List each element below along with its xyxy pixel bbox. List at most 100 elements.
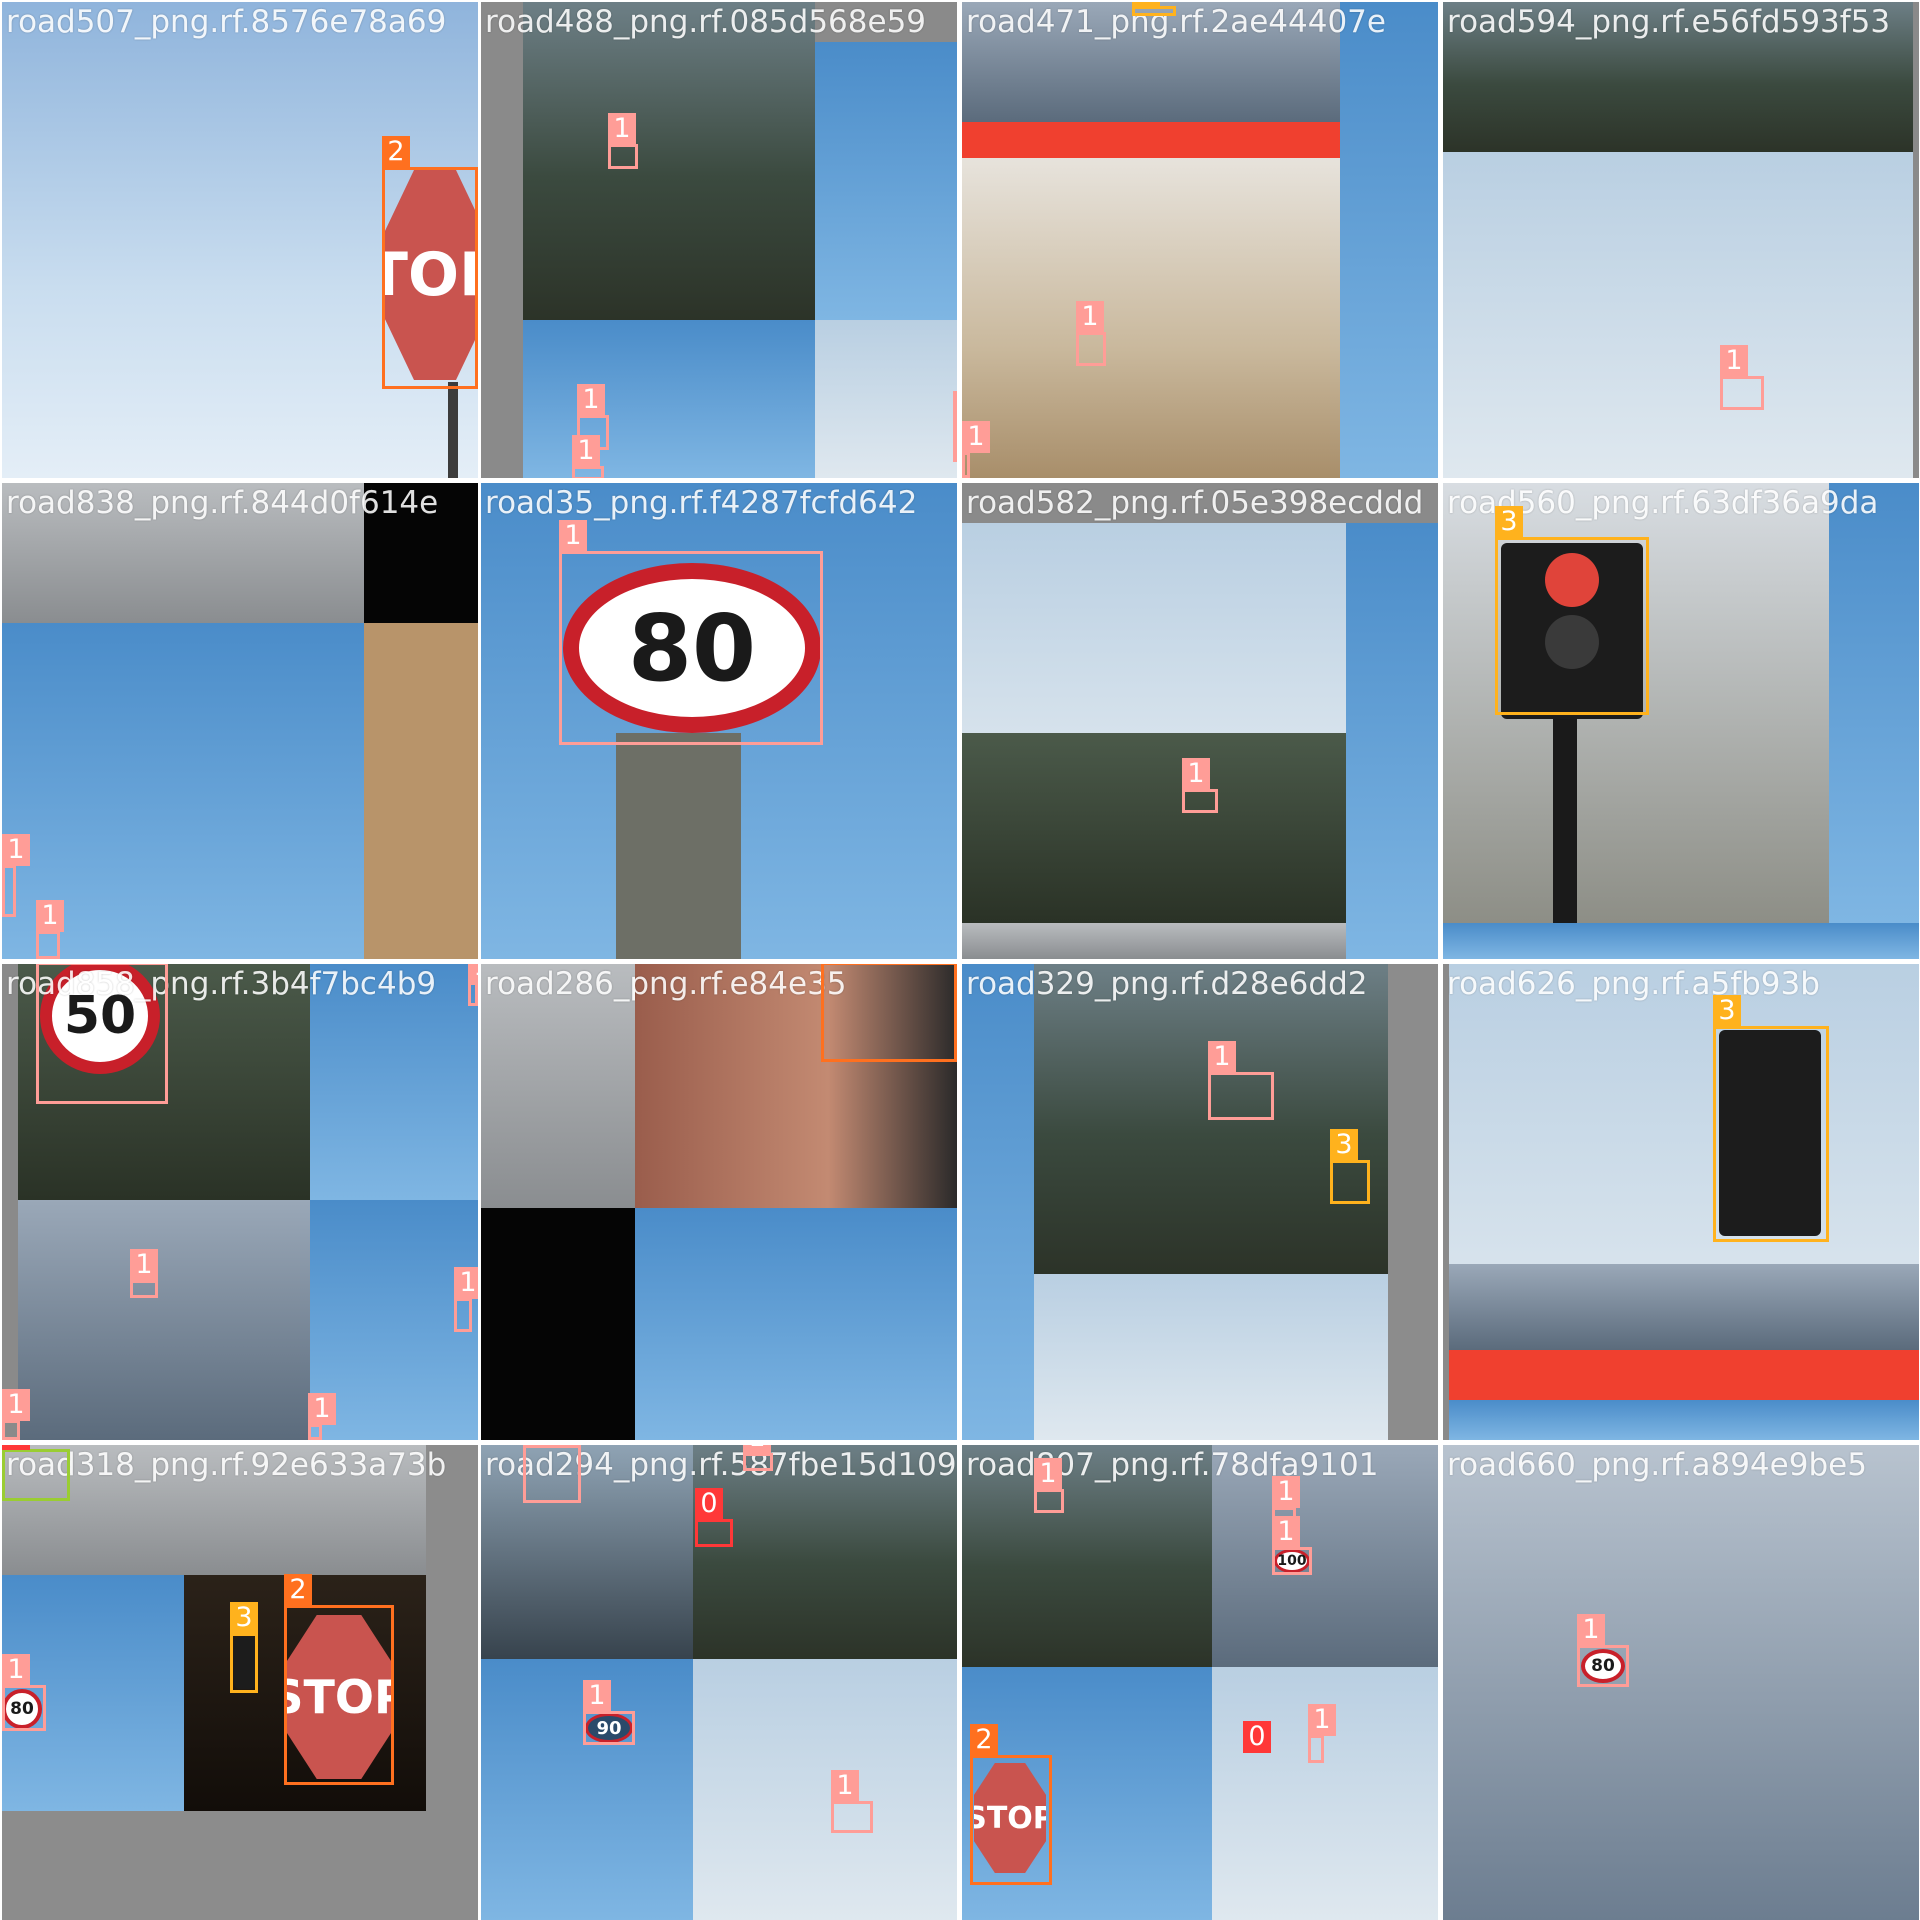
padding — [426, 1445, 478, 1811]
detection-box: 2 — [970, 1724, 1052, 1885]
class-label: 1 — [559, 520, 587, 552]
class-label: 2 — [970, 1724, 998, 1756]
tile-title: road838_png.rf.844d0f614e — [6, 485, 439, 521]
tile-title: road488_png.rf.085d568e59 — [485, 4, 927, 40]
detection-box: 1 — [523, 1445, 581, 1503]
mosaic-tile: 90 road294_png.rf.587fbe15d109 1 1 0 1 1 — [481, 1445, 957, 1920]
sky-photo — [1829, 483, 1919, 923]
tile-title: road507_png.rf.8576e78a69 — [6, 4, 447, 40]
mosaic-tile: STOP 80 road318_png.rf.92e633a73b 0 1 3 … — [2, 1445, 478, 1920]
class-label: 1 — [2, 1389, 30, 1421]
class-label: 1 — [1182, 758, 1210, 790]
class-label: 2 — [382, 136, 410, 168]
tile-title: road626_png.rf.a5fb93b — [1447, 966, 1820, 1002]
sign-pole — [448, 382, 458, 478]
detection-box: 1 — [1034, 1458, 1064, 1513]
class-label: 1 — [743, 1445, 771, 1454]
class-label: 1 — [1272, 1516, 1300, 1548]
class-label: 1 — [468, 964, 478, 983]
tile-title: road35_png.rf.f4287fcfd642 — [485, 485, 918, 521]
class-label: 0 — [695, 1488, 723, 1520]
tile-title: road660_png.rf.a894e9be5 — [1447, 1447, 1867, 1483]
class-label: 3 — [1713, 995, 1741, 1027]
street-photo — [1443, 152, 1913, 478]
class-label: 1 — [1577, 1614, 1605, 1646]
detection-box: 0 — [2, 1445, 70, 1501]
class-label: 3 — [1495, 506, 1523, 538]
detection-box: 2 — [382, 136, 478, 389]
city-photo — [1443, 1445, 1919, 1920]
padding — [2, 1811, 478, 1920]
class-label: 1 — [36, 900, 64, 932]
class-label: 1 — [953, 391, 957, 423]
detection-box: 1 — [743, 1445, 773, 1471]
detection-box: 1 — [36, 964, 168, 1104]
class-label: 1 — [308, 1393, 336, 1425]
detection-box: 1 — [1182, 758, 1218, 813]
bare-trees-photo — [815, 320, 957, 478]
mosaic-tile: road329_png.rf.d28e6dd2 1 3 — [962, 964, 1438, 1440]
class-label: 0 — [1243, 1721, 1271, 1753]
mosaic-tile: road471_png.rf.2ae44407e 3 1 1 — [962, 2, 1438, 478]
mosaic-tile: road626_png.rf.a5fb93b 3 — [1443, 964, 1919, 1440]
detection-box: 1 — [308, 1393, 336, 1440]
sky-photo — [523, 320, 815, 478]
detection-box: 1 — [1577, 1614, 1629, 1687]
detection-box: 1 — [454, 1267, 478, 1332]
detection-box: 1 — [583, 1680, 635, 1745]
detection-box: 0 — [695, 1488, 733, 1547]
class-label: 1 — [962, 421, 990, 453]
detection-box: 1 — [1272, 1516, 1312, 1575]
forest-photo — [523, 2, 815, 320]
tile-title: road286_png.rf.e84e35 — [485, 966, 847, 1002]
detection-box: 1 — [2, 1654, 46, 1731]
detection-box: 2 — [284, 1574, 394, 1785]
red-strip — [1449, 1350, 1919, 1400]
class-label: 1 — [523, 1445, 551, 1446]
class-label: 3 — [1330, 1129, 1358, 1161]
strip-photo — [1443, 923, 1919, 959]
detection-box: 1 — [572, 435, 604, 478]
mosaic-tile: 80 road35_png.rf.f4287fcfd642 1 — [481, 483, 957, 959]
class-label: 1 — [572, 435, 600, 467]
detection-box: 1 — [36, 900, 64, 959]
detection-box: 1 — [2, 834, 30, 917]
tower-photo — [18, 1200, 310, 1440]
class-label: 1 — [454, 1267, 478, 1299]
pole-photo — [364, 623, 478, 959]
tile-title: road318_png.rf.92e633a73b — [6, 1447, 447, 1483]
mosaic-tile: road286_png.rf.e84e35 2 — [481, 964, 957, 1440]
street-sign-photo — [1034, 1274, 1388, 1440]
detection-box: 1 — [1720, 345, 1764, 410]
mosaic-tile: road838_png.rf.844d0f614e 1 1 — [2, 483, 478, 959]
detection-box: 3 — [1330, 1129, 1370, 1204]
side-photo — [1346, 523, 1438, 959]
class-label: 1 — [1308, 1704, 1336, 1736]
strip-photo — [1449, 1400, 1919, 1440]
sign-pole — [616, 733, 741, 959]
detection-box: 1 — [130, 1249, 158, 1298]
class-label: 3 — [1132, 2, 1160, 7]
tile-title: road582_png.rf.05e398ecddd — [966, 485, 1424, 521]
class-label: 1 — [2, 1654, 30, 1686]
class-label: 1 — [1272, 1476, 1300, 1508]
red-strip — [962, 122, 1340, 158]
detection-box: 1 — [2, 1389, 30, 1440]
padding — [1388, 964, 1438, 1440]
light-pole — [1553, 719, 1577, 923]
mosaic-tile: 50 road858_png.rf.3b4f7bc4b9 1 1 1 1 1 1 — [2, 964, 478, 1440]
tile-title: road329_png.rf.d28e6dd2 — [966, 966, 1368, 1002]
detection-box: 3 — [230, 1602, 258, 1693]
traffic-photo — [1449, 1264, 1919, 1350]
detection-box: 1 — [831, 1770, 873, 1833]
detection-box: 3 — [1713, 995, 1829, 1242]
mosaic-tile: road594_png.rf.e56fd593f53 1 — [1443, 2, 1919, 478]
class-label: 2 — [284, 1574, 312, 1606]
class-label: 3 — [230, 1602, 258, 1634]
road-photo — [962, 923, 1346, 959]
detection-box: 1 — [1076, 301, 1106, 366]
dark-photo — [481, 1208, 635, 1440]
class-label: 1 — [831, 1770, 859, 1802]
detection-box: 1 — [608, 113, 638, 169]
mosaic-grid: TOP road507_png.rf.8576e78a69 2 road488_… — [0, 0, 1920, 1920]
